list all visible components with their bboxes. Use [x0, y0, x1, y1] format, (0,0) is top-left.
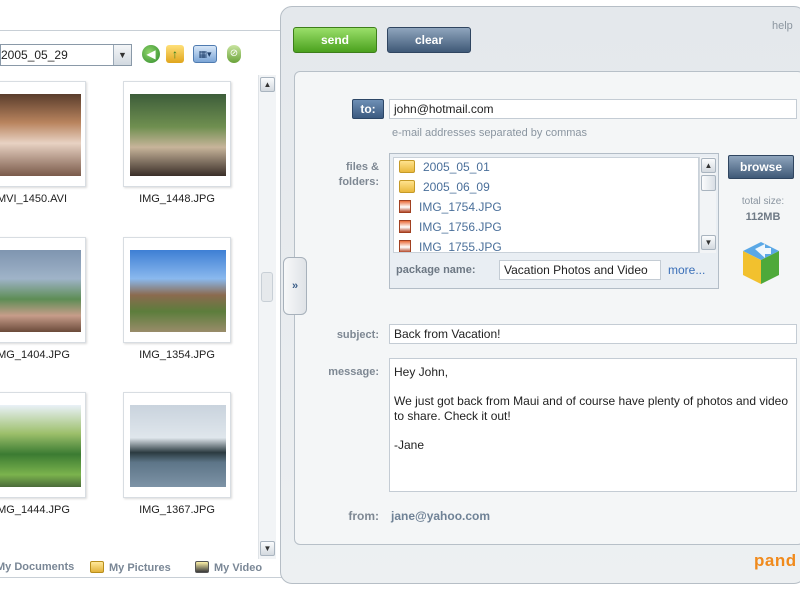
list-item[interactable]: IMG_1754.JPG: [399, 200, 502, 220]
thumbnail-frame: [123, 392, 231, 498]
thumbnail-frame: [0, 392, 86, 498]
list-item[interactable]: IMG_1756.JPG: [399, 220, 502, 240]
file-list-scrollbar[interactable]: ▲ ▼: [699, 157, 716, 253]
thumbnail-image: [130, 250, 226, 332]
thumbnail-frame: [123, 237, 231, 343]
thumbnail-caption: MVI_1450.AVI: [0, 193, 68, 205]
message-label: message:: [328, 366, 379, 378]
pictures-folder-icon: [90, 561, 104, 573]
thumbnail-scrollbar[interactable]: ▲ ▼: [258, 75, 276, 559]
clear-button[interactable]: clear: [387, 27, 471, 53]
list-item[interactable]: 2005_06_09: [399, 180, 490, 200]
folder-up-icon[interactable]: ↑: [166, 45, 184, 63]
double-chevron-right-icon: »: [291, 280, 299, 292]
place-label: My Documents: [0, 561, 75, 573]
expand-panel-button[interactable]: »: [283, 257, 307, 315]
from-email-value[interactable]: jane@yahoo.com: [391, 509, 490, 523]
help-link[interactable]: help: [772, 20, 793, 32]
folder-icon: [399, 160, 415, 173]
to-address-button[interactable]: to:: [352, 99, 384, 119]
file-name: IMG_1756.JPG: [419, 220, 502, 234]
thumbnail-frame: [0, 81, 86, 187]
folder-dropdown[interactable]: 2005_05_29 ▼: [0, 44, 132, 66]
place-my-video[interactable]: My Video: [195, 561, 262, 574]
image-file-icon: [399, 200, 411, 213]
send-form: to: john@hotmail.com e-mail addresses se…: [294, 71, 800, 545]
file-name: 2005_06_09: [423, 180, 490, 194]
folder-dropdown-value: 2005_05_29: [1, 48, 68, 62]
more-options-link[interactable]: more...: [668, 263, 705, 277]
send-panel: send clear help to: john@hotmail.com e-m…: [280, 6, 800, 584]
image-file-icon: [399, 220, 411, 233]
browse-button[interactable]: browse: [728, 155, 794, 179]
package-name-field[interactable]: Vacation Photos and Video: [499, 260, 661, 280]
place-label: My Pictures: [109, 562, 171, 574]
thumbnail-image: [130, 94, 226, 176]
subject-label: subject:: [336, 329, 379, 341]
to-field-hint: e-mail addresses separated by commas: [392, 127, 588, 139]
to-email-field[interactable]: john@hotmail.com: [389, 99, 797, 119]
list-item[interactable]: 2005_05_01: [399, 160, 490, 180]
file-browser-pane: 2005_05_29 ▼ ◀ ↑ ▦▾ ⊘ MVI_1450.AVI IMG_1…: [0, 30, 284, 578]
scroll-down-icon[interactable]: ▼: [260, 541, 275, 556]
back-arrow-icon[interactable]: ◀: [142, 45, 160, 63]
files-folders-label: files & folders:: [338, 161, 379, 188]
brand-logo: pand: [754, 551, 797, 570]
send-button[interactable]: send: [293, 27, 377, 53]
thumbnail-caption: IMG_1367.JPG: [139, 504, 215, 516]
thumbnail-caption: IMG_1354.JPG: [139, 349, 215, 361]
thumbnail-frame: [123, 81, 231, 187]
video-folder-icon: [195, 561, 209, 573]
message-line: Hey John,: [394, 365, 449, 379]
image-file-icon: [399, 240, 411, 252]
attach-clip-icon[interactable]: ⊘: [227, 45, 241, 63]
subject-field[interactable]: Back from Vacation!: [389, 324, 797, 344]
list-item[interactable]: IMG_1755.JPG: [399, 240, 502, 253]
total-size-value: 112MB: [745, 211, 781, 223]
place-my-documents[interactable]: My Documents: [0, 561, 74, 573]
message-textarea[interactable]: Hey John, We just got back from Maui and…: [389, 358, 797, 492]
total-size-label: total size:: [741, 196, 785, 207]
place-my-pictures[interactable]: My Pictures: [90, 561, 171, 574]
places-bar: My Documents My Pictures My Video: [0, 561, 284, 579]
scroll-down-icon[interactable]: ▼: [701, 235, 716, 250]
thumbnail-caption: IMG_1448.JPG: [139, 193, 215, 205]
scroll-up-icon[interactable]: ▲: [260, 77, 275, 92]
chevron-down-icon[interactable]: ▼: [113, 45, 131, 65]
splitter-grip[interactable]: [261, 272, 273, 302]
file-name: 2005_05_01: [423, 160, 490, 174]
place-label: My Video: [214, 562, 263, 574]
view-mode-icon[interactable]: ▦▾: [193, 45, 217, 63]
file-list[interactable]: 2005_05_01 2005_06_09 IMG_1754.JPG IMG_1…: [393, 157, 699, 253]
package-name-label: package name:: [396, 264, 476, 276]
thumbnail-caption: IMG_1404.JPG: [0, 349, 70, 361]
scroll-up-icon[interactable]: ▲: [701, 158, 716, 173]
message-line: -Jane: [394, 438, 425, 452]
file-name: IMG_1754.JPG: [419, 200, 502, 214]
package-cube-icon: [743, 242, 779, 284]
thumbnail-image: [0, 405, 81, 487]
thumbnail-image: [0, 250, 81, 332]
scroll-thumb[interactable]: [701, 175, 716, 191]
thumbnail-frame: [0, 237, 86, 343]
thumbnail-caption: IMG_1444.JPG: [0, 504, 70, 516]
thumbnail-grid: MVI_1450.AVI IMG_1448.JPG IMG_1404.JPG I…: [0, 79, 258, 549]
files-box: 2005_05_01 2005_06_09 IMG_1754.JPG IMG_1…: [389, 153, 719, 289]
message-line: We just got back from Maui and of course…: [394, 394, 789, 423]
folder-icon: [399, 180, 415, 193]
from-label: from:: [348, 509, 379, 523]
file-name: IMG_1755.JPG: [419, 240, 502, 253]
thumbnail-image: [130, 405, 226, 487]
thumbnail-image: [0, 94, 81, 176]
